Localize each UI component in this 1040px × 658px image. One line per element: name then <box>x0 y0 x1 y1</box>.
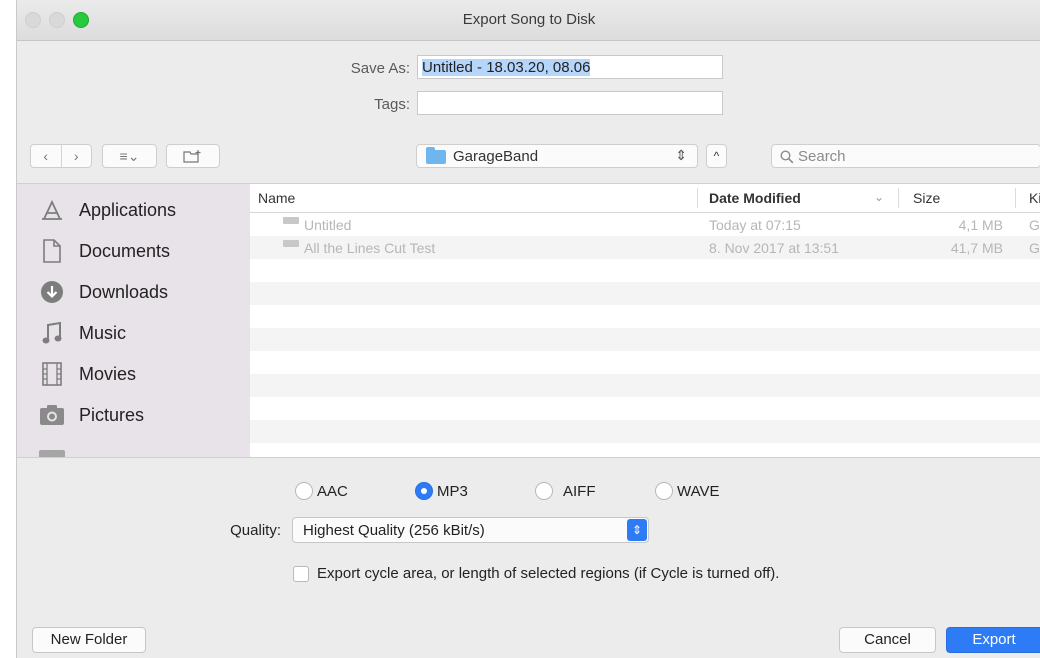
back-forward-control: ‹ › <box>30 144 92 168</box>
sidebar-item-label: Pictures <box>79 404 145 425</box>
folder-icon <box>426 147 446 164</box>
file-list-header: Name Date Modified ⌄ Size Ki <box>250 184 1040 213</box>
radio-button-selected <box>415 482 433 500</box>
sidebar-item-label: Applications <box>79 199 177 220</box>
file-icon <box>283 217 299 224</box>
expand-collapse-button[interactable]: ^ <box>706 144 727 168</box>
export-cycle-checkbox[interactable] <box>293 566 309 582</box>
sort-chevron-icon: ⌄ <box>874 190 885 204</box>
applications-icon <box>39 198 65 222</box>
radio-button <box>535 482 553 500</box>
column-header-name[interactable]: Name <box>258 190 295 206</box>
sidebar-item-downloads[interactable]: Downloads <box>17 272 250 312</box>
sidebar-item-music[interactable]: Music <box>17 313 250 353</box>
radio-label: MP3 <box>437 482 468 500</box>
save-as-label: Save As: <box>350 60 410 77</box>
quality-label: Quality: <box>230 522 281 539</box>
tags-label: Tags: <box>374 96 410 113</box>
column-divider <box>1015 188 1016 208</box>
empty-row <box>250 420 1040 443</box>
table-row[interactable]: Untitled Today at 07:15 4,1 MB Ga <box>250 213 1040 236</box>
save-as-value: Untitled - 18.03.20, 08.06 <box>422 59 591 76</box>
export-dialog: Export Song to Disk Save As: Untitled - … <box>16 0 1040 658</box>
new-folder-icon <box>183 150 201 163</box>
format-radio-mp3[interactable]: MP3 <box>415 482 468 500</box>
column-divider <box>898 188 899 208</box>
file-name: All the Lines Cut Test <box>304 240 436 256</box>
radio-button <box>295 482 313 500</box>
quality-value: Highest Quality (256 kBit/s) <box>303 522 485 539</box>
documents-icon <box>39 239 65 263</box>
sidebar-item-applications[interactable]: Applications <box>17 190 250 230</box>
sidebar-item-documents[interactable]: Documents <box>17 231 250 271</box>
pictures-icon <box>39 403 65 427</box>
music-icon <box>39 321 65 345</box>
back-button[interactable]: ‹ <box>31 148 61 164</box>
file-size: 4,1 MB <box>958 217 1003 233</box>
quality-select[interactable]: Highest Quality (256 kBit/s) ⇕ <box>292 517 649 543</box>
search-placeholder: Search <box>798 148 846 165</box>
folder-icon <box>39 450 65 457</box>
updown-chevron-icon: ⇕ <box>675 147 687 163</box>
save-as-field[interactable]: Untitled - 18.03.20, 08.06 <box>417 55 723 79</box>
downloads-icon <box>39 280 65 304</box>
updown-chevron-icon: ⇕ <box>627 519 647 541</box>
file-date: 8. Nov 2017 at 13:51 <box>709 240 839 256</box>
file-list: Name Date Modified ⌄ Size Ki Untitled To… <box>250 184 1040 457</box>
file-browser: Applications Documents Downloads Music M… <box>17 183 1040 458</box>
sidebar: Applications Documents Downloads Music M… <box>17 184 250 457</box>
empty-row <box>250 397 1040 420</box>
empty-row <box>250 443 1040 457</box>
sidebar-item-label: Music <box>79 322 127 343</box>
sidebar-item-label: Downloads <box>79 281 169 302</box>
empty-row <box>250 374 1040 397</box>
sidebar-item-label: Documents <box>79 240 171 261</box>
file-kind: Ga <box>1029 240 1040 256</box>
format-radio-wave[interactable]: WAVE <box>655 482 720 500</box>
chevron-up-icon: ^ <box>713 149 720 163</box>
new-folder-toolbar-button[interactable] <box>166 144 220 168</box>
radio-button <box>655 482 673 500</box>
search-field[interactable]: Search <box>771 144 1040 168</box>
new-folder-button[interactable]: New Folder <box>32 627 146 653</box>
column-header-date-modified[interactable]: Date Modified <box>709 190 801 206</box>
sidebar-item-movies[interactable]: Movies <box>17 354 250 394</box>
radio-label: AIFF <box>563 482 596 500</box>
list-view-icon: ≡⌄ <box>119 147 140 164</box>
file-kind: Ga <box>1029 217 1040 233</box>
cancel-button[interactable]: Cancel <box>839 627 936 653</box>
file-name: Untitled <box>304 217 352 233</box>
file-icon <box>283 240 299 247</box>
column-header-size[interactable]: Size <box>913 190 940 206</box>
window-title: Export Song to Disk <box>462 11 596 28</box>
search-icon <box>780 150 794 164</box>
sidebar-item-pictures[interactable]: Pictures <box>17 395 250 435</box>
movies-icon <box>39 362 65 386</box>
empty-row <box>250 282 1040 305</box>
file-date: Today at 07:15 <box>709 217 801 233</box>
radio-label: AAC <box>317 482 348 500</box>
column-header-kind[interactable]: Ki <box>1029 190 1040 206</box>
empty-row <box>250 305 1040 328</box>
table-row[interactable]: All the Lines Cut Test 8. Nov 2017 at 13… <box>250 236 1040 259</box>
empty-row <box>250 351 1040 374</box>
empty-row <box>250 259 1040 282</box>
location-popup[interactable]: GarageBand ⇕ <box>416 144 698 168</box>
format-radio-aiff[interactable]: AIFF <box>535 482 596 500</box>
column-divider <box>697 188 698 208</box>
export-button[interactable]: Export <box>946 627 1040 653</box>
sidebar-item-label: Movies <box>79 363 137 384</box>
forward-button[interactable]: › <box>62 148 92 164</box>
title-bar: Export Song to Disk <box>17 0 1040 41</box>
location-name: GarageBand <box>453 148 539 165</box>
radio-label: WAVE <box>677 482 720 500</box>
empty-row <box>250 328 1040 351</box>
view-options-button[interactable]: ≡⌄ <box>102 144 157 168</box>
file-size: 41,7 MB <box>950 240 1003 256</box>
tags-field[interactable] <box>417 91 723 115</box>
format-radio-aac[interactable]: AAC <box>295 482 348 500</box>
export-cycle-label: Export cycle area, or length of selected… <box>317 565 780 582</box>
